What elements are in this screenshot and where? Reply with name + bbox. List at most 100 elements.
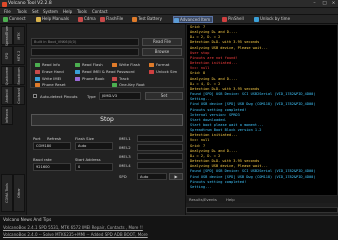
app-logo-icon xyxy=(2,1,7,7)
track-icon xyxy=(112,76,117,81)
help-manuals-icon xyxy=(36,17,41,22)
type-label: Type xyxy=(87,94,96,99)
connect-button[interactable]: Connect xyxy=(3,16,26,23)
tab-mtk[interactable]: MTK xyxy=(13,26,25,45)
phone-reset-icon xyxy=(35,82,40,87)
menu-file[interactable]: File xyxy=(4,9,11,14)
help-manuals-button[interactable]: Help Manuals xyxy=(36,16,69,23)
flash-size-select[interactable]: Auto xyxy=(75,142,113,150)
news-bar: Volcano News And Tips VolcanoBox 2.4.1 S… xyxy=(0,215,338,240)
refresh-link[interactable]: Refresh xyxy=(47,136,61,141)
browse-button[interactable]: Browse xyxy=(142,48,182,56)
erase-hand-icon xyxy=(35,69,40,74)
tab-help[interactable]: Help xyxy=(226,197,235,202)
read-flash-icon xyxy=(75,62,80,67)
advanced-item-button[interactable]: Advanced Item xyxy=(173,16,214,23)
spd-select[interactable]: Auto xyxy=(137,173,167,180)
unlock-by-time-button[interactable]: Unlock by time xyxy=(254,16,290,23)
test-battery-button[interactable]: Test Battery xyxy=(132,16,162,23)
tab-coolsand[interactable]: Coolsand xyxy=(13,86,25,105)
minimize-button[interactable]: – xyxy=(310,1,319,7)
unlock-icon xyxy=(254,17,259,22)
read-imei-password-option[interactable]: Read IMEI & Read Password xyxy=(75,69,135,74)
tab-other[interactable]: Other xyxy=(13,174,25,212)
tab-infineon[interactable]: Infineon xyxy=(1,106,13,125)
menu-bar: File Tools Set System Help Tools Contact xyxy=(0,8,338,15)
pinshell-button[interactable]: PinShell xyxy=(222,16,244,23)
read-file-button[interactable]: Read File xyxy=(142,38,182,46)
progress-bar xyxy=(186,207,338,213)
spd-apply-button[interactable]: ▶ xyxy=(169,173,183,180)
cdma-icon xyxy=(78,17,83,22)
battery-icon xyxy=(132,17,137,22)
imei-1-label: IMEI-1 xyxy=(119,136,131,141)
spd-label: SPD xyxy=(119,174,127,179)
tab-spd[interactable]: SPD xyxy=(1,46,13,65)
title-bar: Volcano Tool V2.2.8 – □ × xyxy=(0,0,338,8)
imei-2-field[interactable] xyxy=(137,144,183,151)
tab-spreadtrum[interactable]: SpreadTrum xyxy=(1,25,13,46)
menu-system[interactable]: System xyxy=(43,9,58,14)
menu-tools[interactable]: Tools xyxy=(17,9,27,14)
read-info-option[interactable]: Read Info xyxy=(35,62,60,67)
log-tabs: Results/Events Help xyxy=(186,196,338,203)
menu-contact[interactable]: Contact xyxy=(92,9,108,14)
menu-tools-2[interactable]: Tools xyxy=(77,9,87,14)
cdma-button[interactable]: Cdma xyxy=(78,16,96,23)
imei-3-field[interactable] xyxy=(137,153,183,160)
imei-4-label: IMEI-4 xyxy=(119,163,131,168)
format-option[interactable]: Format xyxy=(149,62,169,67)
toolbar: Connect Help Manuals Cdma FlashFile Test… xyxy=(0,15,338,24)
log-line: Find USB device [SPD] USB Dwg (COM118) (… xyxy=(190,174,316,179)
port-select[interactable]: COM180 xyxy=(33,142,71,150)
write-imei-option[interactable]: Write IMEI xyxy=(35,76,61,81)
tab-broadcom[interactable]: Broadcom xyxy=(13,66,25,85)
imei-1-field[interactable] xyxy=(137,135,183,142)
close-button[interactable]: × xyxy=(329,1,338,7)
news-item[interactable]: VolcanoBox 2.4.0 -- Solve MTK6235+MMI --… xyxy=(3,232,148,237)
one-key-root-option[interactable]: One-Key Root xyxy=(112,82,145,87)
flash-size-label: Flash Size xyxy=(75,136,94,141)
maximize-button[interactable]: □ xyxy=(320,1,329,7)
tab-mtk-2[interactable]: MTK 2 xyxy=(13,46,25,65)
phone-reset-option[interactable]: Phone Reset xyxy=(35,82,66,87)
read-imei-icon xyxy=(75,69,80,74)
imei-4-field[interactable] xyxy=(137,162,183,169)
auto-detect-checkbox[interactable] xyxy=(33,94,37,98)
tab-cdma-tools[interactable]: CDMA Tools xyxy=(1,174,13,212)
set-button[interactable]: Set xyxy=(145,92,183,100)
start-address-field[interactable]: 0 xyxy=(75,163,113,171)
unlock-sim-option[interactable]: Unlock Sim xyxy=(149,69,177,74)
tab-android[interactable]: Android xyxy=(1,86,13,105)
port-label: Port xyxy=(33,136,41,141)
write-flash-option[interactable]: Write Flash xyxy=(112,62,140,67)
stop-button[interactable]: Stop xyxy=(31,114,183,126)
flashfile-icon xyxy=(100,17,105,22)
news-item[interactable]: VolcanoBox 2.4.1 SPD 5531, MTK 6572 IMEI… xyxy=(3,225,143,230)
baud-rate-select[interactable]: 921600 xyxy=(33,163,71,171)
log-line: Find USB device [SPD] USB Dwg (COM118) (… xyxy=(190,102,316,107)
log-line: Found [SPD] USB Device: SCI USB2Serial (… xyxy=(190,169,316,174)
spreadtrum-panel: Built in Boot_VNK6(0(0) Read File Browse… xyxy=(26,24,186,215)
pinshell-icon xyxy=(222,17,227,22)
erase-hand-option[interactable]: Erase Hand xyxy=(35,69,64,74)
one-key-root-icon xyxy=(112,82,117,87)
phone-book-option[interactable]: Phone Book xyxy=(75,76,104,81)
news-header: Volcano News And Tips xyxy=(3,217,52,222)
track-option[interactable]: Track xyxy=(112,76,129,81)
phone-book-icon xyxy=(75,76,80,81)
read-flash-option[interactable]: Read Flash xyxy=(75,62,103,67)
imei-2-label: IMEI-2 xyxy=(119,145,131,150)
tab-qualcomm[interactable]: Qualcomm xyxy=(1,66,13,85)
menu-set[interactable]: Set xyxy=(32,9,39,14)
type-select[interactable]: J0MD-V3 xyxy=(99,92,141,100)
file-path-field[interactable] xyxy=(31,48,139,56)
menu-help[interactable]: Help xyxy=(63,9,72,14)
flashfile-button[interactable]: FlashFile xyxy=(100,16,123,23)
format-icon xyxy=(149,62,154,67)
tab-results-events[interactable]: Results/Events xyxy=(189,197,217,202)
model-select[interactable]: Built in Boot_VNK6(0(0) xyxy=(31,38,139,46)
imei-3-label: IMEI-3 xyxy=(119,154,131,159)
advanced-item-icon xyxy=(174,18,179,23)
read-info-icon xyxy=(35,62,40,67)
